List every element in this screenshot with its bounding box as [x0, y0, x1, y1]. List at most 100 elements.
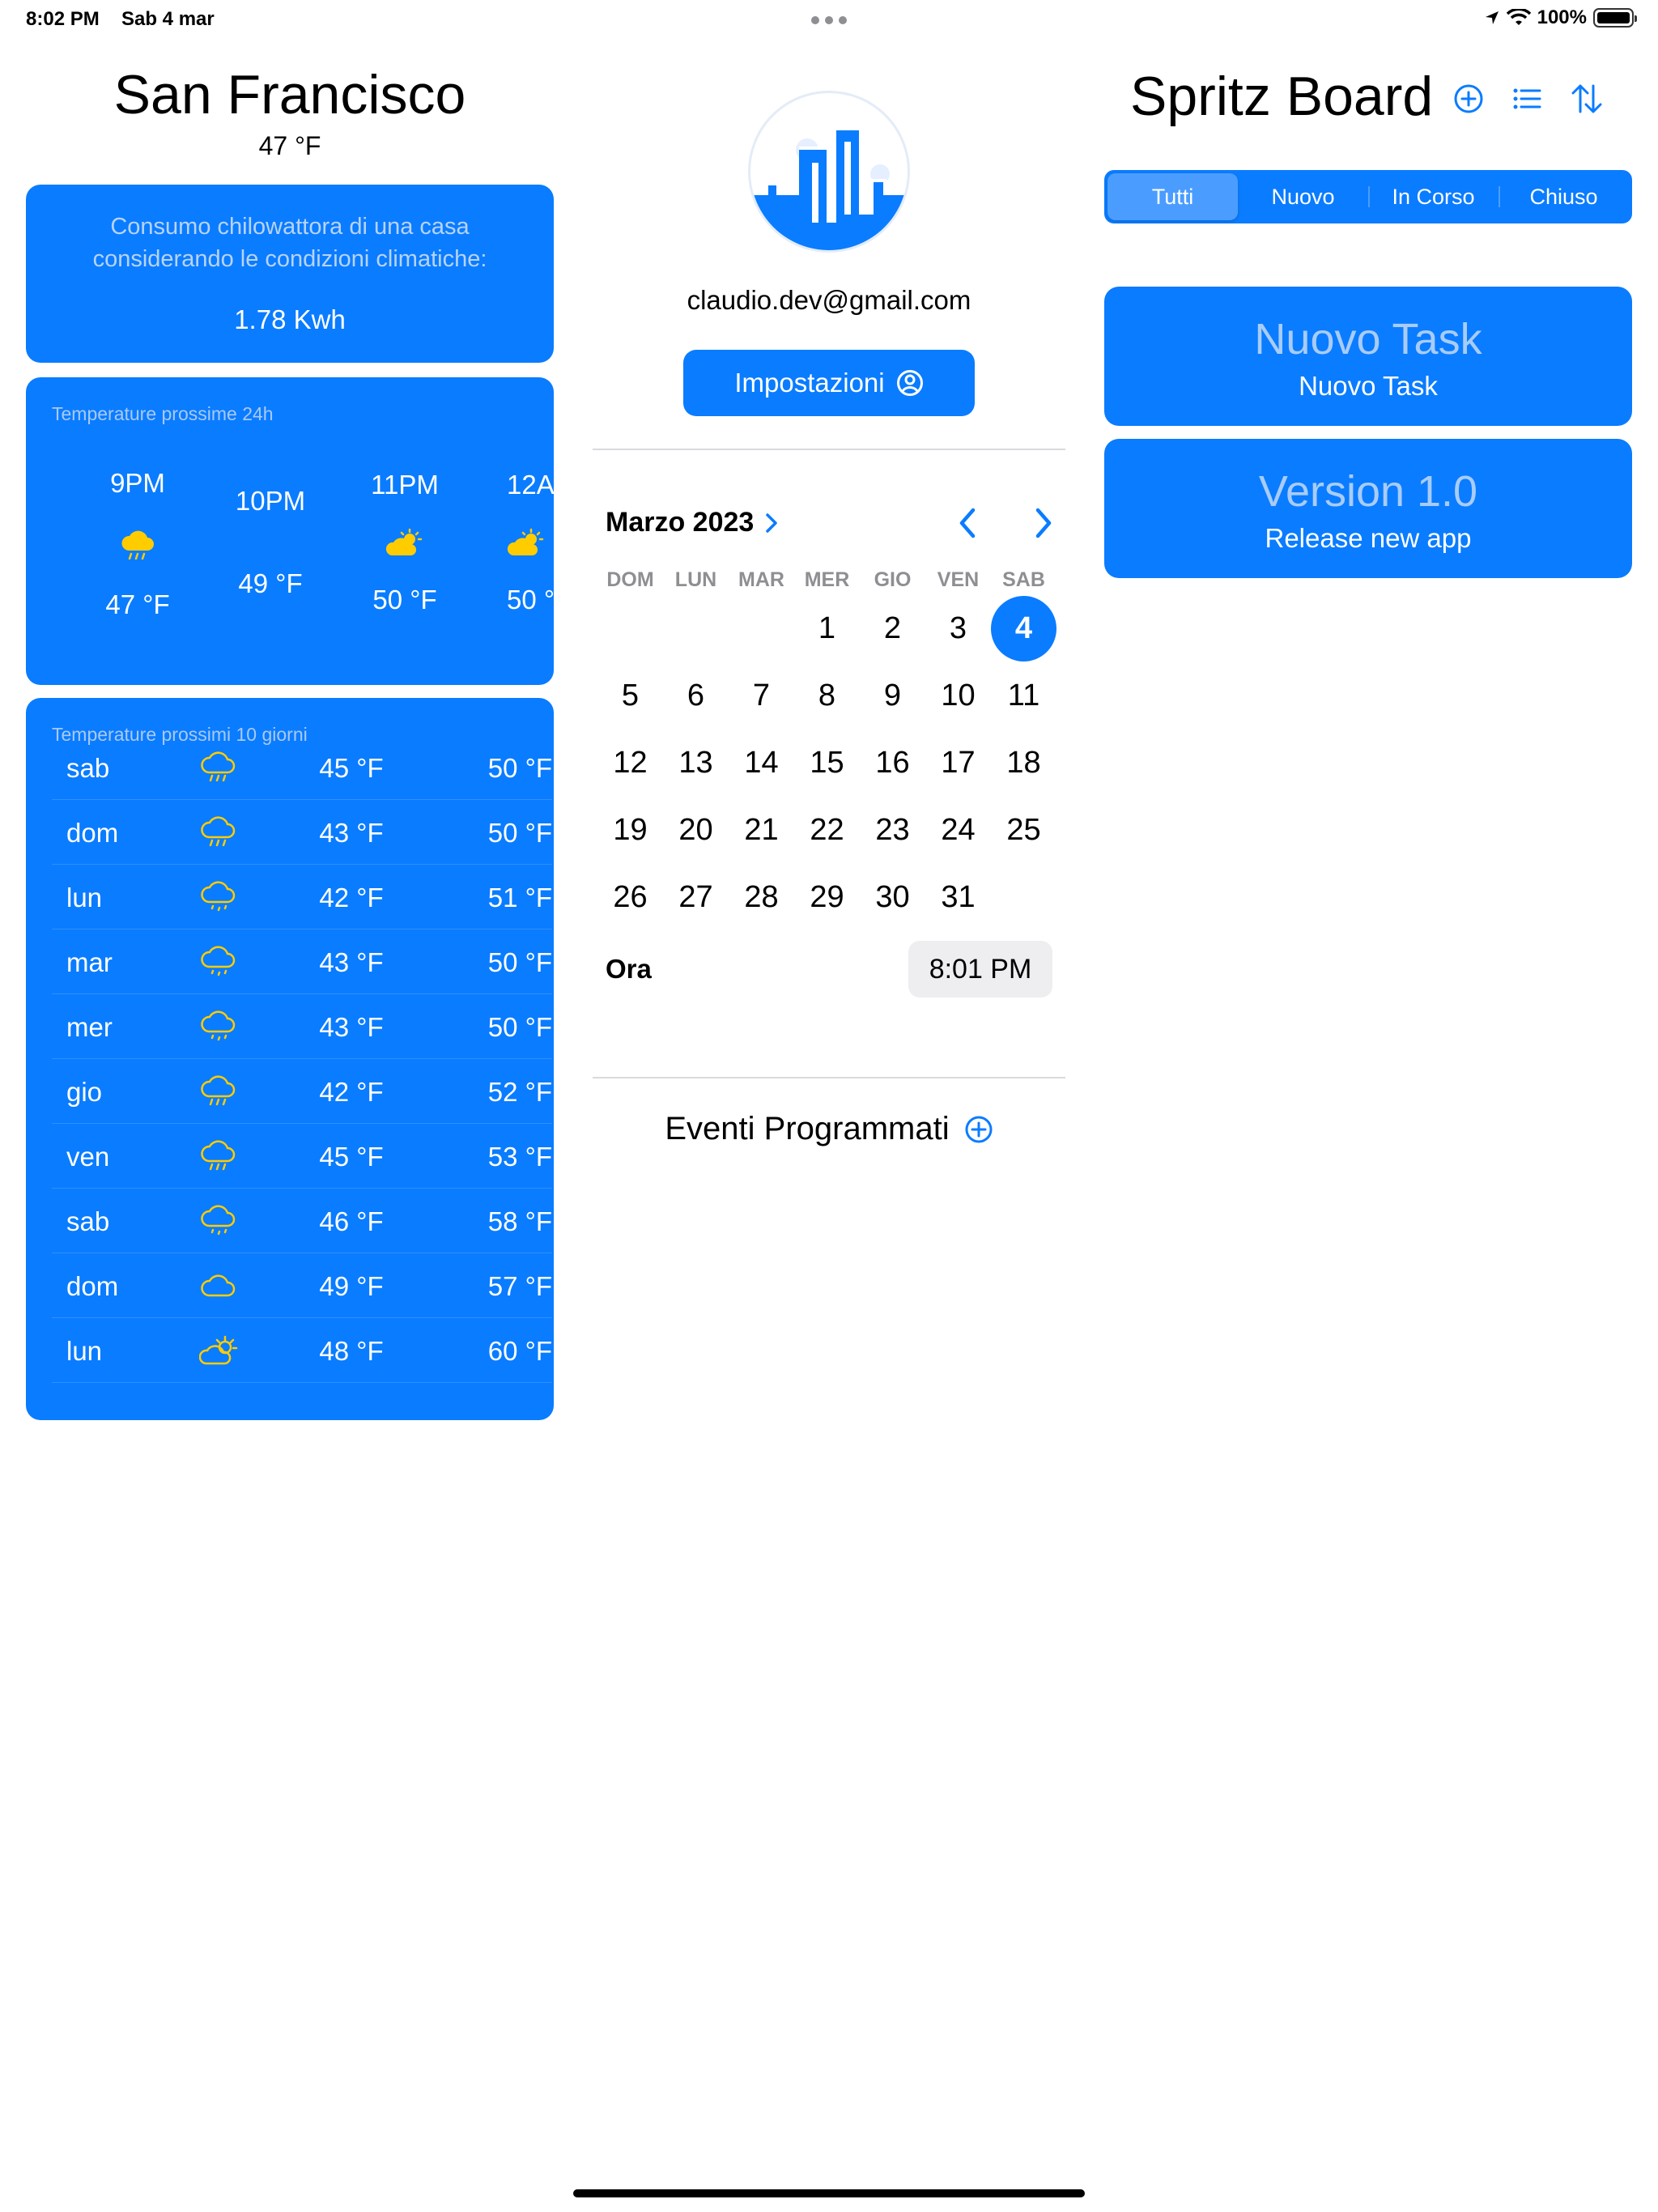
day-max-temp: 60 °F: [487, 1336, 552, 1366]
calendar-day[interactable]: 1: [794, 596, 860, 661]
cloud-rain-icon: [201, 816, 236, 847]
calendar-day[interactable]: 30: [860, 865, 925, 930]
cloud-drizzle-icon: [201, 946, 236, 976]
calendar-day[interactable]: 16: [860, 730, 925, 796]
calendar-day[interactable]: 24: [925, 798, 991, 863]
daily-row: mer 43 °F 50 °F: [52, 994, 552, 1059]
energy-description: Consumo chilowattora di una casa conside…: [92, 214, 487, 272]
city-name: San Francisco: [113, 64, 466, 125]
cloud-drizzle-icon: [201, 1010, 236, 1041]
events-title: Eventi Programmati: [665, 1111, 950, 1146]
calendar-day[interactable]: 21: [729, 798, 794, 863]
next-month-button[interactable]: [1027, 504, 1059, 542]
calendar-day[interactable]: 26: [597, 865, 663, 930]
cloud-sun-icon: [385, 528, 423, 555]
energy-card: Consumo chilowattora di una casa conside…: [26, 185, 554, 363]
daily-row: dom 49 °F 57 °F: [52, 1253, 552, 1318]
day-name: sab: [66, 753, 110, 783]
calendar-day[interactable]: 29: [794, 865, 860, 930]
list-icon[interactable]: [1509, 81, 1545, 117]
day-name: lun: [66, 1336, 103, 1366]
calendar-day[interactable]: 7: [729, 663, 794, 729]
avatar: [748, 91, 910, 253]
daily-row: sab 45 °F 50 °F: [52, 735, 552, 800]
task-card[interactable]: Nuovo Task Nuovo Task: [1104, 287, 1632, 426]
cloud-drizzle-icon: [201, 881, 236, 912]
hour-item: 9PM 47 °F: [73, 468, 202, 620]
month-label: Marzo 2023: [606, 507, 755, 538]
calendar-day[interactable]: 18: [991, 730, 1056, 796]
add-task-icon[interactable]: [1451, 81, 1486, 117]
energy-value: 1.78 Kwh: [234, 304, 346, 334]
calendar-day[interactable]: 14: [729, 730, 794, 796]
home-indicator[interactable]: [573, 2189, 1085, 2197]
calendar-day[interactable]: 11: [991, 663, 1056, 729]
calendar-day[interactable]: 25: [991, 798, 1056, 863]
day-min-temp: 42 °F: [319, 883, 384, 912]
calendar-day[interactable]: 27: [663, 865, 729, 930]
day-max-temp: 57 °F: [487, 1271, 552, 1301]
calendar-day[interactable]: 10: [925, 663, 991, 729]
wifi-icon: [1506, 9, 1531, 25]
hour-time: 11PM: [371, 470, 439, 500]
calendar-day[interactable]: 9: [860, 663, 925, 729]
calendar-day[interactable]: 5: [597, 663, 663, 729]
sort-icon[interactable]: [1569, 81, 1605, 117]
calendar-day[interactable]: 3: [925, 596, 991, 661]
calendar-day[interactable]: 12: [597, 730, 663, 796]
hour-item: 12AM 50 °F: [473, 470, 554, 615]
daily-row: ven 45 °F 53 °F: [52, 1124, 552, 1189]
daily-row: lun 42 °F 51 °F: [52, 865, 552, 929]
cloud-rain-icon: [201, 751, 236, 782]
segment-tutti[interactable]: Tutti: [1107, 173, 1238, 220]
calendar-day[interactable]: 23: [860, 798, 925, 863]
hourly-forecast-card[interactable]: Temperature prossime 24h 9PM 47 °F 10PM …: [26, 377, 554, 685]
calendar-day[interactable]: 28: [729, 865, 794, 930]
hour-item: 10PM 49 °F: [206, 486, 335, 599]
day-name: ven: [66, 1142, 110, 1172]
calendar-day[interactable]: 20: [663, 798, 729, 863]
calendar-day[interactable]: 31: [925, 865, 991, 930]
status-bar: 8:02 PM Sab 4 mar 100%: [0, 0, 1658, 39]
calendar-day[interactable]: 19: [597, 798, 663, 863]
calendar-day[interactable]: 8: [794, 663, 860, 729]
calendar-day[interactable]: 6: [663, 663, 729, 729]
segment-in-corso[interactable]: In Corso: [1368, 173, 1499, 220]
status-time: 8:02 PM: [26, 8, 100, 30]
calendar-day[interactable]: 15: [794, 730, 860, 796]
calendar-day[interactable]: 2: [860, 596, 925, 661]
task-card[interactable]: Version 1.0 Release new app: [1104, 439, 1632, 578]
day-min-temp: 42 °F: [319, 1077, 384, 1107]
user-email: claudio.dev@gmail.com: [687, 285, 971, 315]
daily-row: dom 43 °F 50 °F: [52, 800, 552, 865]
cloud-rain-icon: [201, 1075, 236, 1106]
calendar-day-selected[interactable]: 4: [991, 596, 1056, 661]
previous-month-button[interactable]: [952, 504, 984, 542]
calendar-day[interactable]: 22: [794, 798, 860, 863]
month-picker-button[interactable]: Marzo 2023: [606, 507, 778, 538]
cloud-icon: [201, 1274, 236, 1297]
weekday-label: GIO: [874, 568, 912, 591]
person-circle-icon: [896, 370, 923, 396]
day-min-temp: 43 °F: [319, 818, 384, 848]
day-min-temp: 46 °F: [319, 1206, 384, 1236]
calendar-day[interactable]: 17: [925, 730, 991, 796]
weekday-label: VEN: [937, 568, 980, 591]
settings-button[interactable]: Impostazioni: [683, 350, 975, 416]
segment-nuovo[interactable]: Nuovo: [1238, 173, 1368, 220]
calendar-day[interactable]: 13: [663, 730, 729, 796]
multitasking-dots-icon[interactable]: [811, 16, 847, 24]
location-arrow-icon: [1485, 11, 1499, 24]
segment-chiuso[interactable]: Chiuso: [1499, 173, 1629, 220]
day-name: mer: [66, 1012, 113, 1042]
day-min-temp: 43 °F: [319, 947, 384, 977]
add-event-icon[interactable]: [964, 1115, 993, 1144]
task-title: Version 1.0: [1258, 467, 1478, 516]
time-picker[interactable]: 8:01 PM: [908, 941, 1052, 998]
battery-icon: [1593, 8, 1637, 28]
day-max-temp: 51 °F: [487, 883, 552, 912]
hour-temp: 50 °F: [372, 585, 437, 615]
day-min-temp: 45 °F: [319, 753, 384, 783]
hour-temp: 49 °F: [238, 568, 303, 598]
status-filter-segmented-control[interactable]: Tutti Nuovo In Corso Chiuso: [1104, 170, 1632, 223]
